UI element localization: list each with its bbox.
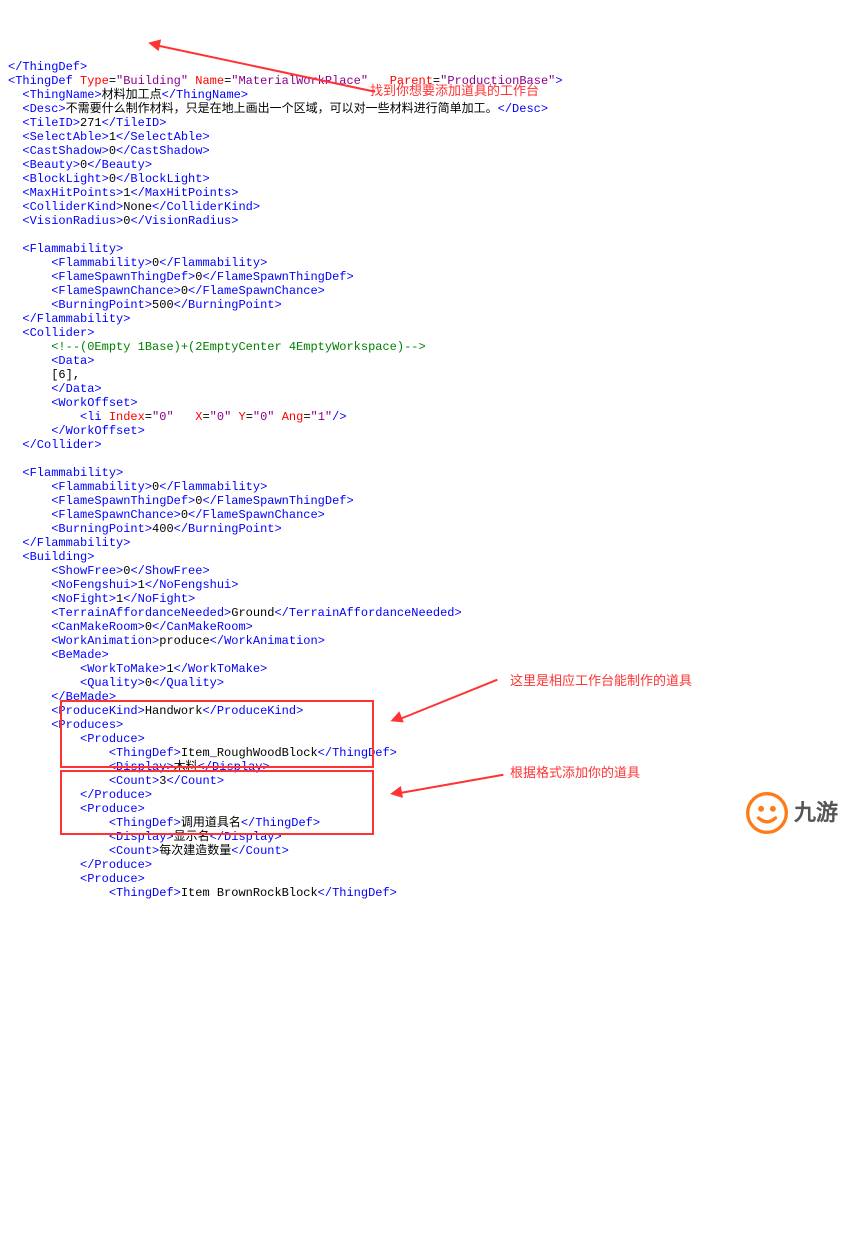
arrow-head-icon bbox=[389, 786, 403, 800]
highlight-box-produce-2 bbox=[60, 770, 374, 835]
annotation-items: 这里是相应工作台能制作的道具 bbox=[510, 674, 692, 688]
highlight-box-produce-1 bbox=[60, 700, 374, 768]
annotation-format: 根据格式添加你的道具 bbox=[510, 766, 640, 780]
logo-text: 九游 bbox=[794, 806, 838, 820]
jiuyou-logo: 九游 bbox=[746, 792, 838, 834]
annotation-find-workbench: 找到你想要添加道具的工作台 bbox=[370, 84, 539, 98]
logo-icon bbox=[746, 792, 788, 834]
arrow-head-icon bbox=[147, 37, 161, 51]
